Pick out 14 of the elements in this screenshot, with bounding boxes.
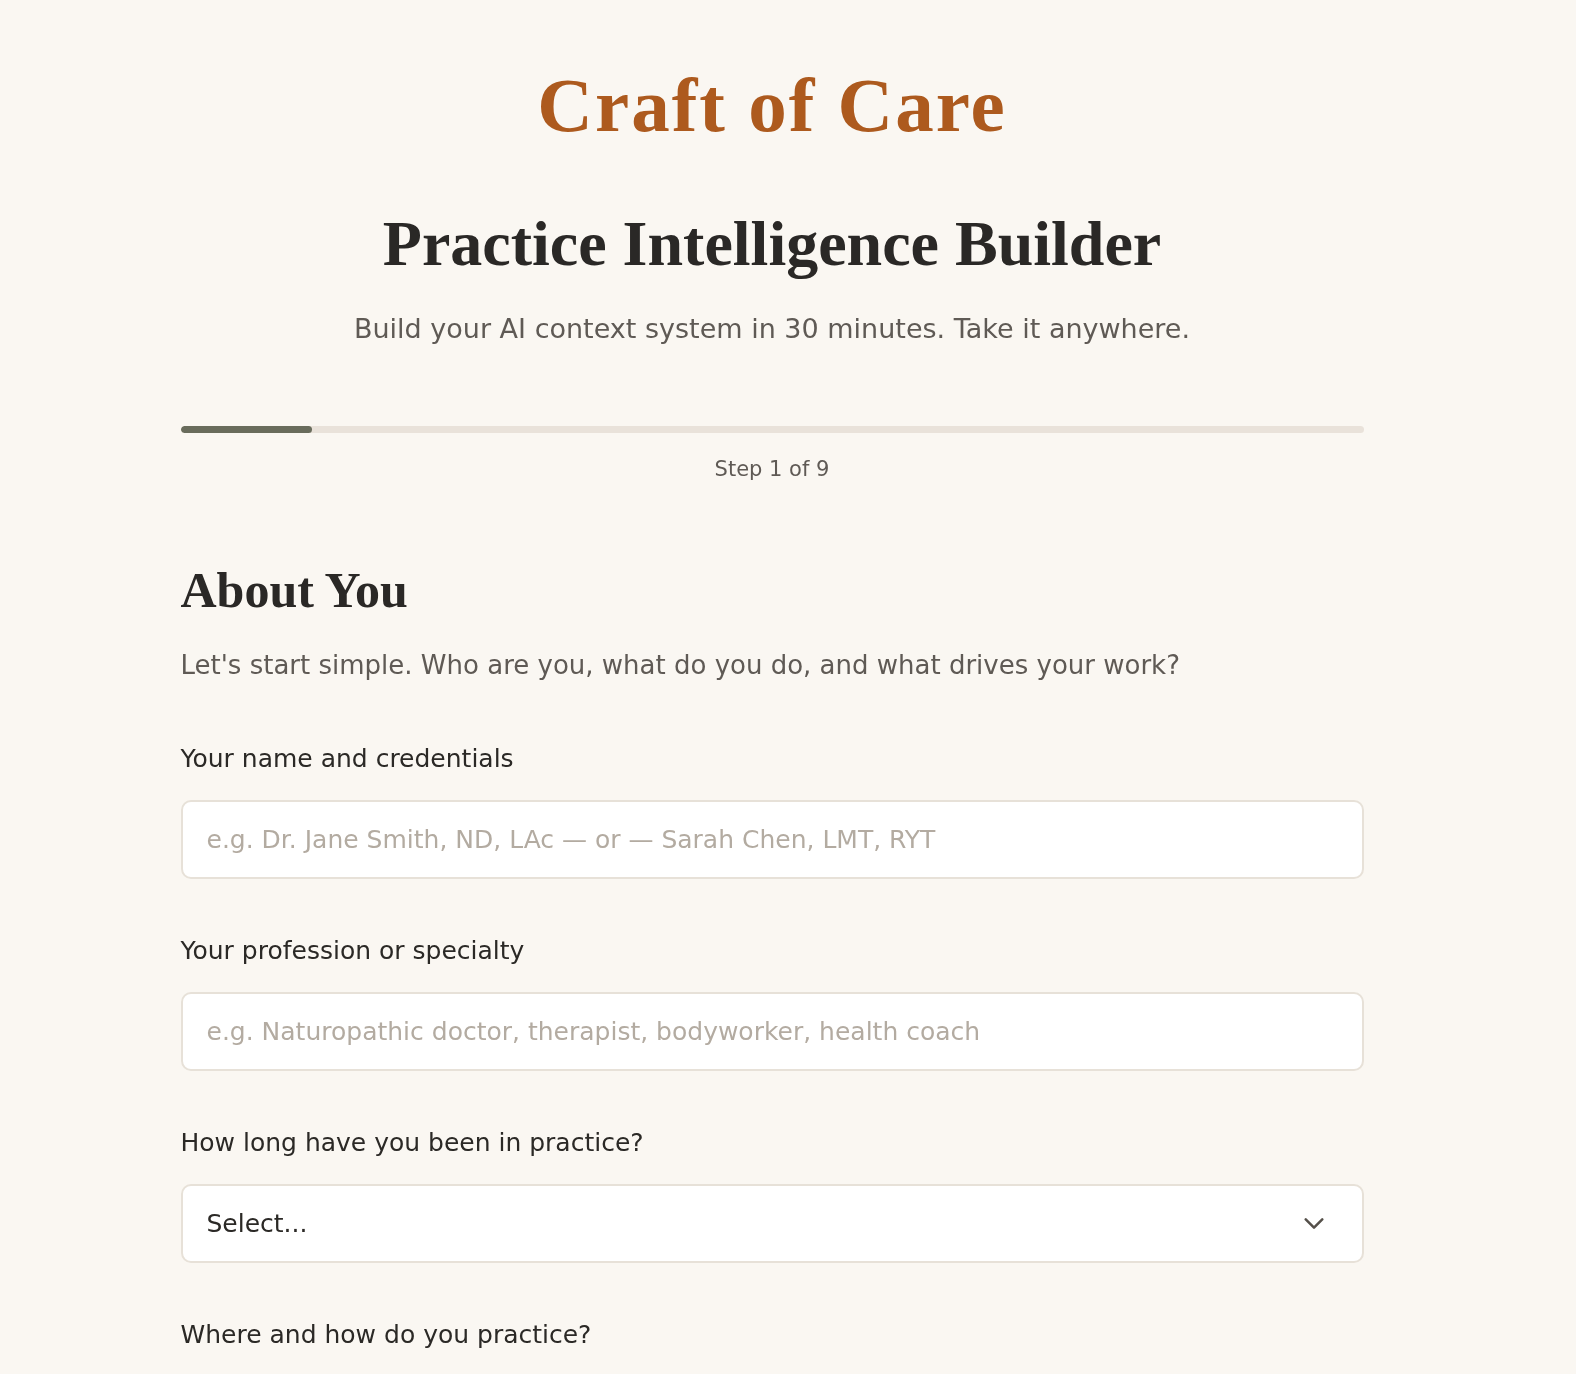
field-label: Where and how do you practice?: [180, 1319, 592, 1351]
step-counter: Step 1 of 9: [714, 456, 830, 483]
field-label: Your name and credentials: [180, 743, 514, 775]
field-label: How long have you been in practice?: [180, 1127, 644, 1159]
input-field[interactable]: e.g. Dr. Jane Smith, ND, LAc — or — Sarah Chen, LMT, RYT: [180, 800, 1364, 879]
chevron-down-icon: [1303, 1218, 1324, 1229]
section-description: Let's start simple. Who are you, what do you do, and what drives your work?: [180, 649, 1180, 682]
brand-logo-text: Craft of Care: [537, 64, 1007, 146]
page-title: Practice Intelligence Builder: [382, 208, 1162, 280]
select-field[interactable]: Select...: [180, 1184, 1364, 1263]
field-label: Your profession or specialty: [180, 935, 525, 967]
input-field[interactable]: e.g. Naturopathic doctor, therapist, bodyworker, health coach: [180, 992, 1364, 1071]
section-heading: About You: [180, 562, 408, 618]
page-subtitle: Build your AI context system in 30 minutes. Take it anywhere.: [353, 312, 1191, 346]
